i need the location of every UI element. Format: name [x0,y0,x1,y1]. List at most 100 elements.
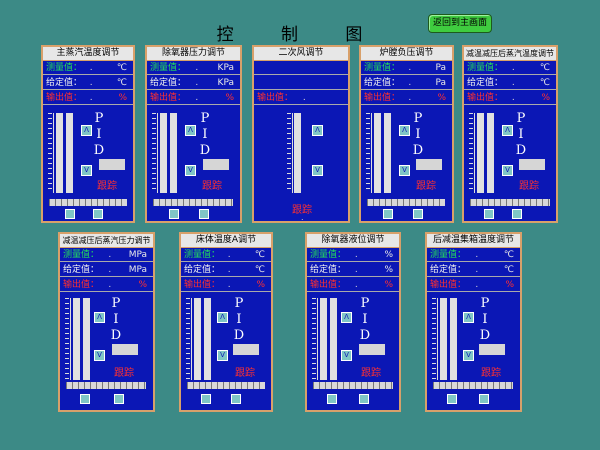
decrease-button[interactable]: V [399,165,410,176]
measured-unit: % [384,250,393,260]
manual-slider[interactable] [367,199,445,206]
slider-left-button[interactable] [201,394,211,404]
track-label[interactable]: 跟踪 [416,177,436,192]
measured-unit: ℃ [254,250,265,260]
decrease-button[interactable]: V [312,165,323,176]
increase-button[interactable]: Λ [312,125,323,136]
setpoint-unit: MPa [128,265,147,275]
output-box [203,159,229,170]
decrease-button[interactable]: V [185,165,196,176]
pid-i-label: I [96,127,102,142]
slider-right-button[interactable] [93,209,103,219]
output-unit: % [225,93,234,103]
manual-slider[interactable] [49,199,127,206]
measured-unit: ℃ [503,250,514,260]
measured-row: 测量值：. ℃ [427,248,520,262]
manual-slider[interactable] [313,382,393,389]
decrease-button[interactable]: V [81,165,92,176]
panel-title: 炉膛负压调节 [361,47,452,60]
track-label[interactable]: 跟踪 [114,364,134,379]
output-row: 输出值：.% [464,91,556,105]
track-label[interactable]: 跟踪 [235,364,255,379]
output-label: 输出值： [63,280,100,290]
measured-bar [477,113,484,193]
slider-left-button[interactable] [383,209,393,219]
slider-left-button[interactable] [447,394,457,404]
setpoint-value: . [475,265,479,275]
measured-unit: Pa [435,63,446,73]
measured-unit: ℃ [116,63,127,73]
slider-right-button[interactable] [114,394,124,404]
panel-secondary-air: 二次风调节 输出值：. Λ V 跟踪 . [252,45,350,223]
slider-right-button[interactable] [413,209,423,219]
manual-slider[interactable] [470,199,550,206]
manual-slider[interactable] [153,199,233,206]
track-label[interactable]: 跟踪 [202,177,222,192]
manual-slider[interactable] [66,382,146,389]
panel-title: 除氧器液位调节 [307,234,399,247]
manual-slider[interactable] [433,382,513,389]
increase-button[interactable]: Λ [185,125,196,136]
slider-left-button[interactable] [65,209,75,219]
slider-right-button[interactable] [512,209,522,219]
increase-button[interactable]: Λ [502,125,513,136]
pid-i-label: I [518,127,524,142]
manual-slider[interactable] [187,382,265,389]
pid-d-label: D [479,328,491,343]
slider-right-button[interactable] [479,394,489,404]
panel-deaerator-level: 除氧器液位调节 测量值：.% 给定值：.% 输出值：.% P I D Λ V 跟… [305,232,401,412]
measured-value: . [108,250,112,260]
slider-left-button[interactable] [80,394,90,404]
pid-d-label: D [412,143,424,158]
increase-button[interactable]: Λ [399,125,410,136]
track-label[interactable]: 跟踪 [361,364,381,379]
increase-button[interactable]: Λ [81,125,92,136]
pid-d-label: D [359,328,371,343]
output-label: 输出值： [310,280,347,290]
measured-label: 测量值： [150,63,187,73]
return-home-button[interactable]: 返回到主画面 [428,14,492,33]
measured-label: 测量值： [310,250,347,260]
measured-row: 测量值：. KPa [147,61,240,75]
decrease-button[interactable]: V [341,350,352,361]
bar-scale [469,113,475,193]
panel-body: 测量值：. KPa 给定值：. KPa 输出值：.% P I D Λ V 跟踪 [147,61,240,221]
setpoint-label: 给定值： [467,78,504,88]
measured-row: 测量值：. ℃ [43,61,133,75]
output-box [99,159,125,170]
slider-left-button[interactable] [327,394,337,404]
output-readout: . [301,213,304,222]
decrease-button[interactable]: V [94,350,105,361]
output-unit: % [384,280,393,290]
increase-button[interactable]: Λ [463,312,474,323]
slider-right-button[interactable] [359,394,369,404]
track-label[interactable]: 跟踪 [97,177,117,192]
pid-i-label: I [482,312,488,327]
setpoint-value: . [408,78,412,88]
track-label[interactable]: 跟踪 [481,364,501,379]
pid-p-label: P [200,111,210,126]
output-label: 输出值： [46,93,83,103]
setpoint-unit: % [384,265,393,275]
output-bar [294,113,301,193]
panel-title: 主蒸汽温度调节 [43,47,133,60]
decrease-button[interactable]: V [463,350,474,361]
output-value: . [89,93,93,103]
setpoint-row: 给定值：. ℃ [427,263,520,277]
decrease-button[interactable]: V [217,350,228,361]
track-label[interactable]: 跟踪 [519,177,539,192]
increase-button[interactable]: Λ [217,312,228,323]
slider-left-button[interactable] [484,209,494,219]
slider-left-button[interactable] [169,209,179,219]
setpoint-label: 给定值： [150,78,187,88]
pid-p-label: P [360,296,370,311]
pid-d-label: D [110,328,122,343]
decrease-button[interactable]: V [502,165,513,176]
setpoint-bar [384,113,391,193]
increase-button[interactable]: Λ [341,312,352,323]
slider-right-button[interactable] [231,394,241,404]
panel-body: 测量值：. MPa 给定值：. MPa 输出值：.% P I D Λ V 跟踪 [60,248,153,410]
measured-bar [194,298,201,380]
increase-button[interactable]: Λ [94,312,105,323]
slider-right-button[interactable] [199,209,209,219]
